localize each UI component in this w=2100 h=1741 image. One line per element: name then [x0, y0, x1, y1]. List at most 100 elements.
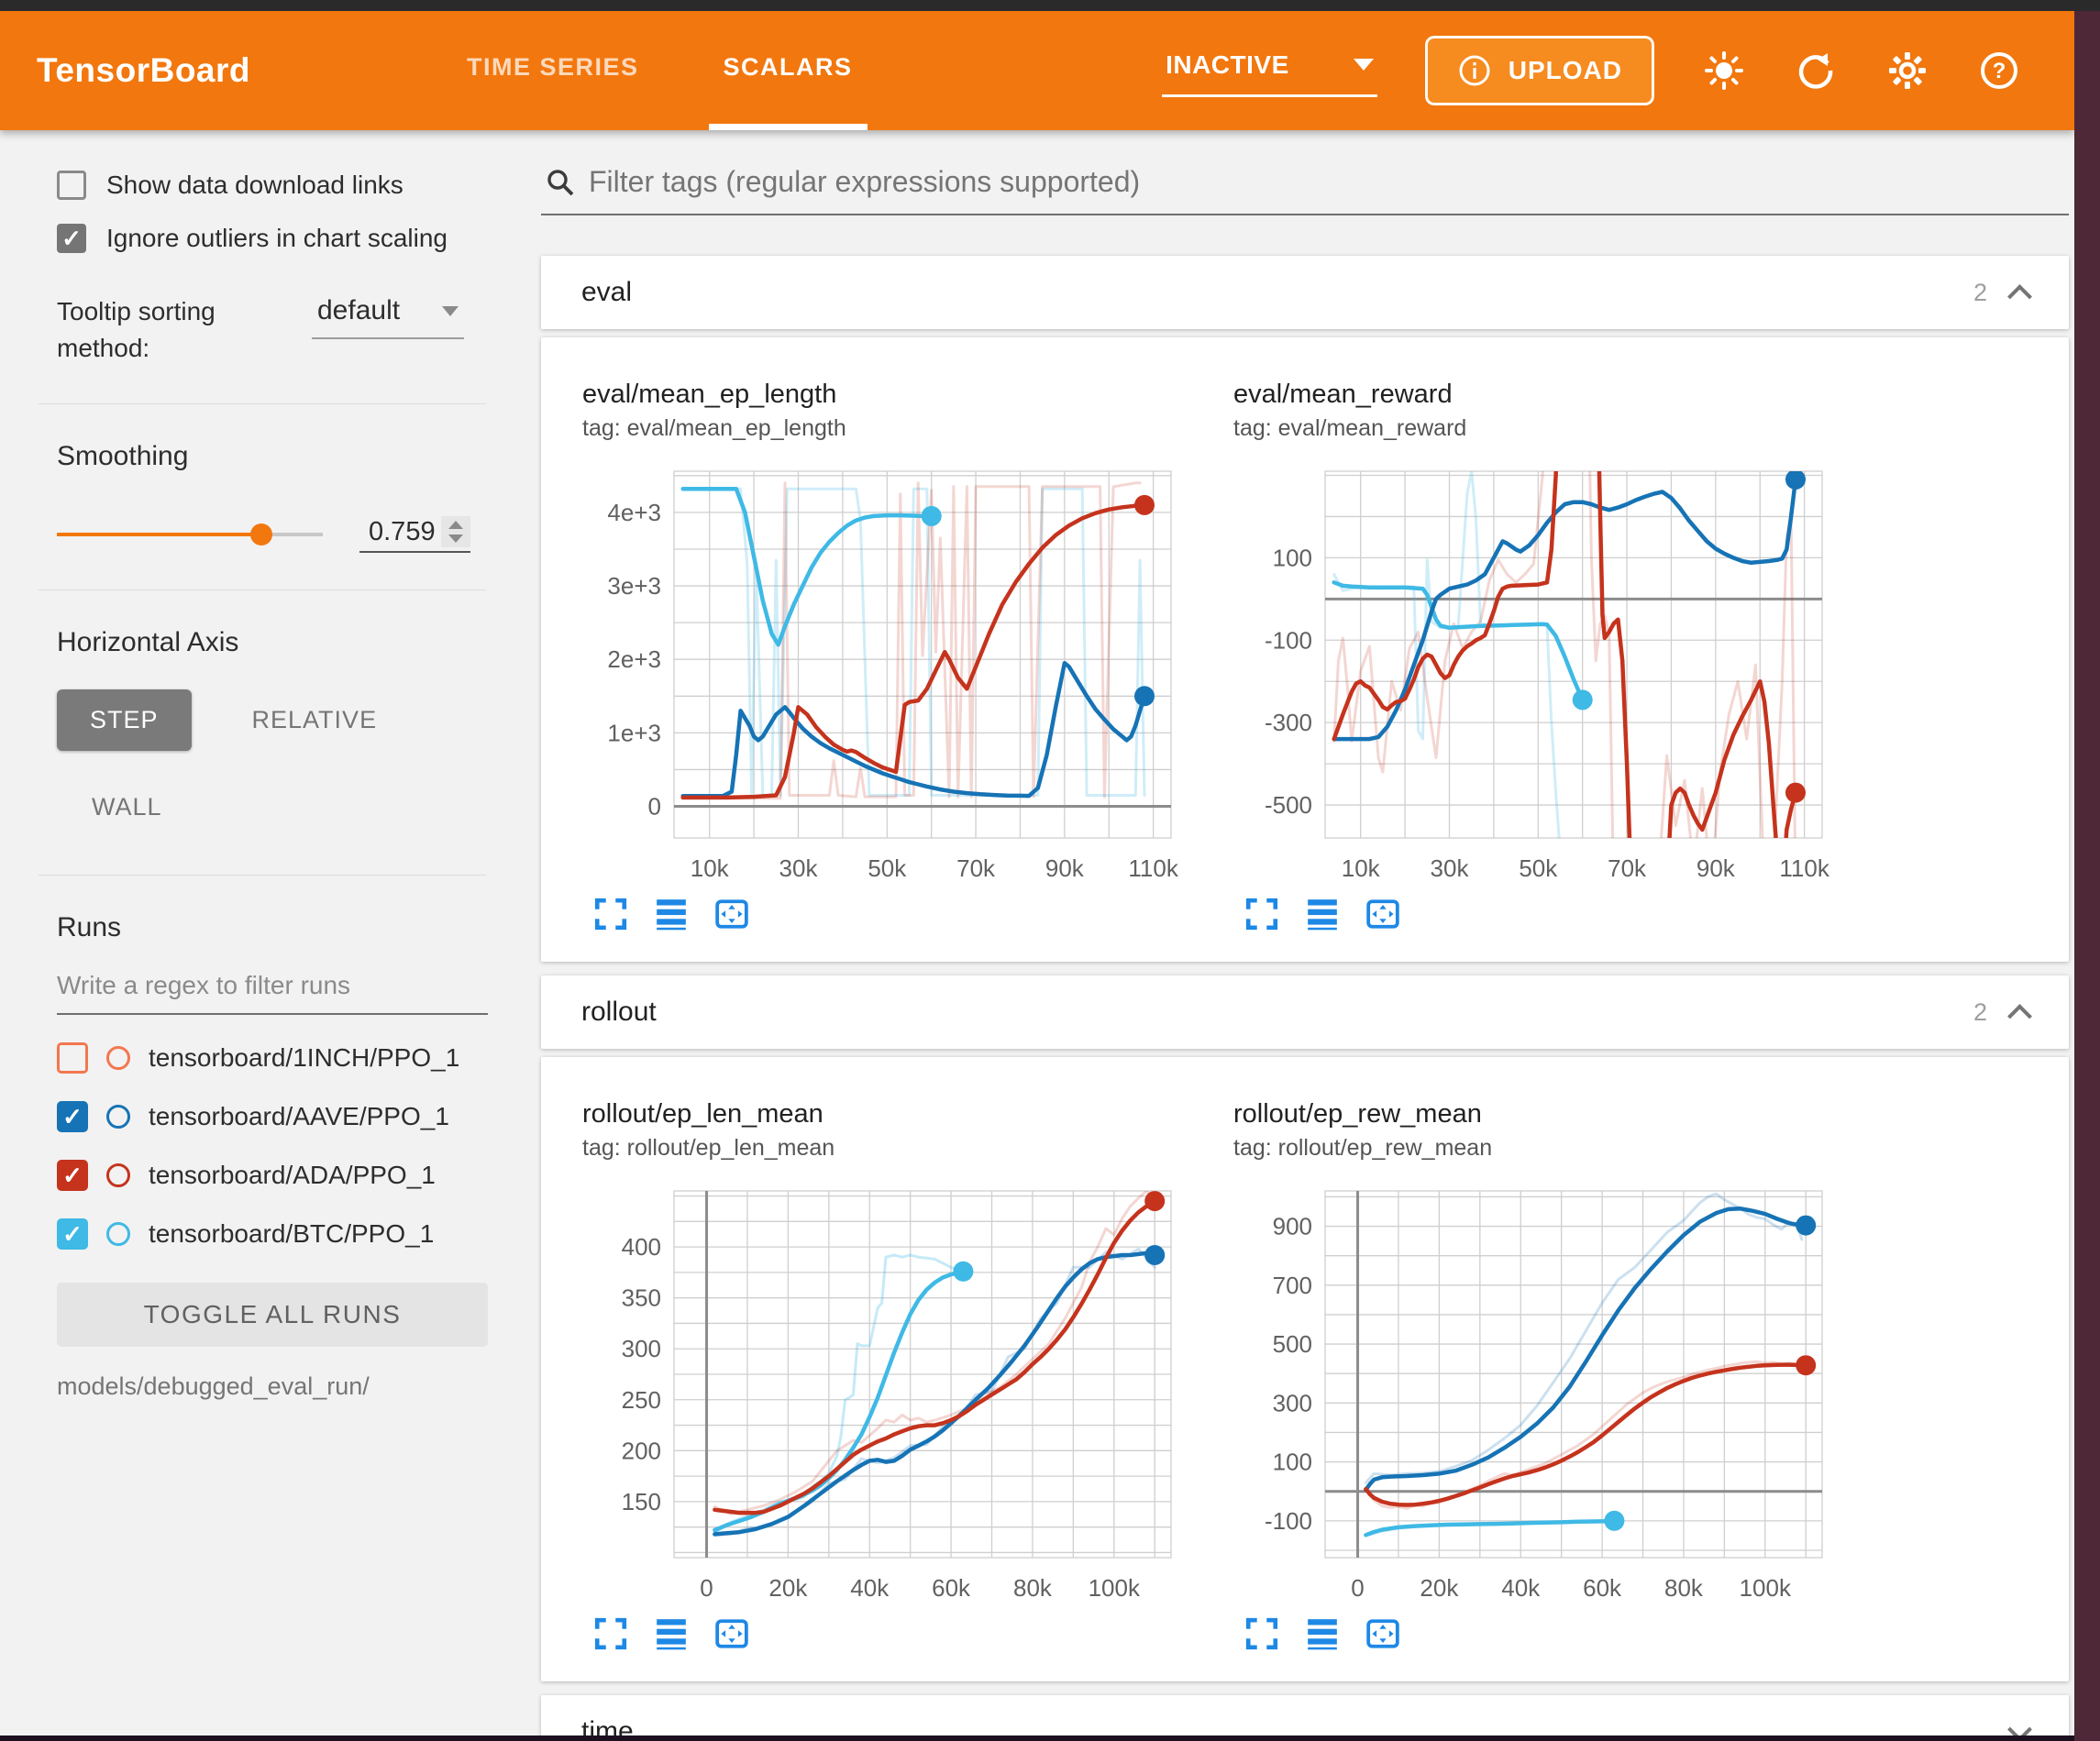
- info-icon: [1457, 53, 1492, 88]
- svg-text:10k: 10k: [691, 854, 730, 882]
- horizontal-axis-options: STEP RELATIVE WALL: [57, 689, 514, 838]
- fit-domain-icon[interactable]: [1365, 897, 1400, 936]
- run-checkbox-checked-icon[interactable]: ✓: [57, 1101, 88, 1132]
- run-color-circle-icon[interactable]: [106, 1105, 130, 1129]
- svg-text:50k: 50k: [868, 854, 907, 882]
- svg-text:70k: 70k: [956, 854, 996, 882]
- runs-label: Runs: [57, 912, 514, 943]
- slider-thumb[interactable]: [250, 523, 272, 545]
- svg-text:3e+3: 3e+3: [607, 572, 661, 600]
- brightness-icon[interactable]: [1702, 49, 1746, 93]
- svg-text:100: 100: [1273, 1449, 1312, 1476]
- help-icon[interactable]: ?: [1977, 49, 2021, 93]
- chevron-up-icon[interactable]: [2007, 284, 2032, 309]
- chart-eval-mean-ep-length: eval/mean_ep_lengthtag: eval/mean_ep_len…: [582, 380, 1233, 936]
- show-download-links-checkbox[interactable]: Show data download links: [57, 171, 514, 200]
- svg-text:80k: 80k: [1013, 1574, 1053, 1602]
- section-header-right: [2011, 1721, 2028, 1736]
- spinner-down-icon[interactable]: [448, 534, 463, 543]
- run-color-circle-icon[interactable]: [106, 1163, 130, 1187]
- tab-time-series[interactable]: TIME SERIES: [452, 11, 654, 130]
- window-bottom-strip: [0, 1735, 2074, 1741]
- chevron-down-icon[interactable]: [2007, 1717, 2032, 1735]
- run-color-circle-icon[interactable]: [106, 1046, 130, 1070]
- svg-text:400: 400: [622, 1233, 661, 1261]
- header-actions: INACTIVE UPLOAD: [1162, 11, 2074, 130]
- section-header-right: 2: [1973, 279, 2028, 307]
- settings-gear-icon[interactable]: [1885, 49, 1929, 93]
- svg-text:100k: 100k: [1089, 1574, 1141, 1602]
- expand-icon[interactable]: [1244, 1616, 1279, 1656]
- chart-toolbar: [593, 897, 1233, 936]
- svg-text:100: 100: [1273, 544, 1312, 571]
- run-checkbox-icon[interactable]: [57, 1042, 88, 1074]
- svg-text:40k: 40k: [850, 1574, 890, 1602]
- axis-step-button[interactable]: STEP: [57, 689, 192, 751]
- runs-selector-icon[interactable]: [1305, 897, 1340, 936]
- fit-domain-icon[interactable]: [714, 897, 749, 936]
- window-side-strip: [2074, 11, 2100, 1741]
- run-label: tensorboard/1INCH/PPO_1: [149, 1043, 459, 1073]
- expand-icon[interactable]: [1244, 897, 1279, 936]
- section-header-rollout[interactable]: rollout 2: [541, 975, 2069, 1049]
- fit-domain-icon[interactable]: [714, 1616, 749, 1656]
- app-header: TensorBoard TIME SERIES SCALARS INACTIVE…: [0, 11, 2074, 130]
- svg-text:0: 0: [1351, 1574, 1364, 1602]
- settings-sidebar: Show data download links ✓ Ignore outlie…: [0, 130, 514, 1735]
- smoothing-value[interactable]: 0.759: [359, 517, 441, 547]
- runs-selector-icon[interactable]: [654, 1616, 689, 1656]
- smoothing-slider[interactable]: [57, 533, 323, 536]
- axis-wall-button[interactable]: WALL: [64, 777, 190, 838]
- chevron-down-icon: [1354, 59, 1374, 71]
- tooltip-sorting-dropdown[interactable]: default: [312, 293, 464, 339]
- chart-plot[interactable]: 100-100-300-50010k30k50k70k90k110k: [1233, 457, 1839, 887]
- run-row-btc[interactable]: ✓tensorboard/BTC/PPO_1: [57, 1218, 514, 1250]
- checkbox-icon: [57, 171, 86, 200]
- number-spinner[interactable]: [441, 516, 470, 547]
- chart-title: rollout/ep_rew_mean: [1233, 1099, 1884, 1129]
- run-label: tensorboard/ADA/PPO_1: [149, 1161, 436, 1190]
- chart-plot[interactable]: 150200250300350400020k40k60k80k100k: [582, 1176, 1188, 1607]
- run-label: tensorboard/AAVE/PPO_1: [149, 1102, 449, 1131]
- content-area: Show data download links ✓ Ignore outlie…: [0, 130, 2074, 1735]
- section-title: rollout: [581, 997, 657, 1028]
- svg-text:900: 900: [1273, 1213, 1312, 1240]
- chevron-up-icon[interactable]: [2007, 1004, 2032, 1029]
- svg-text:20k: 20k: [1420, 1574, 1459, 1602]
- expand-icon[interactable]: [593, 1616, 628, 1656]
- run-row-ada[interactable]: ✓ tensorboard/ADA/PPO_1: [57, 1160, 514, 1191]
- toggle-all-runs-button[interactable]: TOGGLE ALL RUNS: [57, 1283, 488, 1347]
- svg-text:90k: 90k: [1045, 854, 1085, 882]
- runs-filter-input[interactable]: Write a regex to filter runs: [57, 971, 488, 1015]
- fit-domain-icon[interactable]: [1365, 1616, 1400, 1656]
- status-dropdown[interactable]: INACTIVE: [1162, 45, 1377, 97]
- chart-plot[interactable]: 01e+32e+33e+34e+310k30k50k70k90k110k: [582, 457, 1188, 887]
- tag-filter-input[interactable]: Filter tags (regular expressions support…: [541, 165, 2069, 215]
- section-header-eval[interactable]: eval2: [541, 256, 2069, 329]
- tab-scalars[interactable]: SCALARS: [709, 11, 868, 130]
- svg-text:100k: 100k: [1740, 1574, 1792, 1602]
- runs-selector-icon[interactable]: [654, 897, 689, 936]
- section-header-time[interactable]: time: [541, 1695, 2069, 1735]
- ignore-outliers-checkbox[interactable]: ✓ Ignore outliers in chart scaling: [57, 224, 514, 253]
- upload-button[interactable]: UPLOAD: [1425, 36, 1654, 105]
- run-row-1inch[interactable]: tensorboard/1INCH/PPO_1: [57, 1042, 514, 1074]
- chart-eval-mean-reward: eval/mean_rewardtag: eval/mean_reward100…: [1233, 380, 1884, 936]
- run-row-aave[interactable]: ✓ tensorboard/AAVE/PPO_1: [57, 1101, 514, 1132]
- runs-selector-icon[interactable]: [1305, 1616, 1340, 1656]
- horizontal-axis-label: Horizontal Axis: [57, 627, 514, 658]
- section-chart-count: 2: [1973, 279, 1987, 307]
- run-checkbox-checked-icon[interactable]: ✓: [57, 1160, 88, 1191]
- chart-title: rollout/ep_len_mean: [582, 1099, 1233, 1129]
- expand-icon[interactable]: [593, 897, 628, 936]
- divider: [39, 875, 486, 876]
- section-header-right: 2: [1973, 998, 2028, 1027]
- run-checkbox-checked-icon[interactable]: ✓: [57, 1218, 88, 1250]
- axis-relative-button[interactable]: RELATIVE: [225, 689, 405, 751]
- chart-plot[interactable]: -100100300500700900020k40k60k80k100k: [1233, 1176, 1839, 1607]
- search-icon: [545, 167, 576, 198]
- spinner-up-icon[interactable]: [448, 521, 463, 529]
- smoothing-control: 0.759: [57, 516, 514, 553]
- run-color-circle-icon[interactable]: [106, 1222, 130, 1246]
- refresh-icon[interactable]: [1794, 49, 1838, 93]
